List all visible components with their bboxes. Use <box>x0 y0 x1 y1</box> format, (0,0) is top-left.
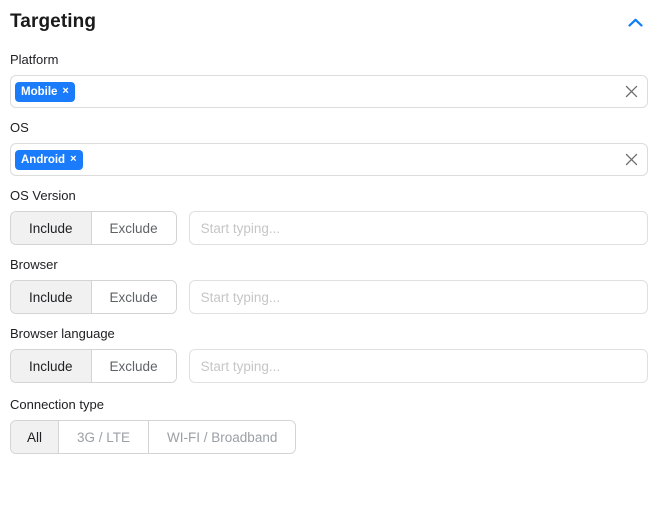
field-browser: Browser Include Exclude <box>10 257 648 314</box>
browser-label: Browser <box>10 257 58 272</box>
panel-header: Targeting <box>10 0 648 40</box>
page-title: Targeting <box>10 11 97 32</box>
field-browser-language: Browser language Include Exclude <box>10 326 648 383</box>
collapse-panel-button[interactable] <box>622 9 648 35</box>
chip-label: Android <box>21 153 66 166</box>
platform-clear-icon[interactable] <box>624 85 638 99</box>
field-connection-type: Connection type All 3G / LTE WI-FI / Bro… <box>10 397 648 454</box>
os-chip-android[interactable]: Android × <box>15 149 83 170</box>
browser-include-exclude-group: Include Exclude <box>10 280 177 314</box>
platform-chip-mobile[interactable]: Mobile × <box>15 81 75 102</box>
browser-input[interactable] <box>188 280 648 314</box>
os-multiselect[interactable]: Android × <box>10 143 648 176</box>
field-os: OS Android × <box>10 120 648 176</box>
connection-type-all-button[interactable]: All <box>11 421 59 453</box>
targeting-panel: Targeting Platform Mobile × OS Android ×… <box>0 0 658 524</box>
field-os-version: OS Version Include Exclude <box>10 188 648 245</box>
browser-language-row: Include Exclude <box>10 349 648 383</box>
connection-type-3g-lte-button[interactable]: 3G / LTE <box>58 421 149 453</box>
chip-remove-icon[interactable]: × <box>62 86 68 97</box>
browser-language-label: Browser language <box>10 326 115 341</box>
connection-type-group: All 3G / LTE WI-FI / Broadband <box>10 420 297 454</box>
os-version-include-exclude-group: Include Exclude <box>10 211 177 245</box>
os-version-include-button[interactable]: Include <box>11 212 91 244</box>
browser-language-include-exclude-group: Include Exclude <box>10 349 177 383</box>
field-platform: Platform Mobile × <box>10 52 648 108</box>
chevron-up-icon <box>627 15 643 30</box>
browser-language-exclude-button[interactable]: Exclude <box>90 350 176 382</box>
browser-language-include-button[interactable]: Include <box>11 350 91 382</box>
connection-type-wifi-broadband-button[interactable]: WI-FI / Broadband <box>148 421 296 453</box>
chip-label: Mobile <box>21 85 58 98</box>
platform-multiselect[interactable]: Mobile × <box>10 75 648 108</box>
chip-remove-icon[interactable]: × <box>70 154 76 165</box>
os-version-input[interactable] <box>188 211 648 245</box>
browser-include-button[interactable]: Include <box>11 281 91 313</box>
os-label: OS <box>10 120 29 135</box>
browser-row: Include Exclude <box>10 280 648 314</box>
os-clear-icon[interactable] <box>624 153 638 167</box>
platform-label: Platform <box>10 52 59 67</box>
browser-language-input[interactable] <box>188 349 648 383</box>
os-version-exclude-button[interactable]: Exclude <box>90 212 176 244</box>
browser-exclude-button[interactable]: Exclude <box>90 281 176 313</box>
connection-type-label: Connection type <box>10 397 104 412</box>
os-version-label: OS Version <box>10 188 76 203</box>
os-version-row: Include Exclude <box>10 211 648 245</box>
